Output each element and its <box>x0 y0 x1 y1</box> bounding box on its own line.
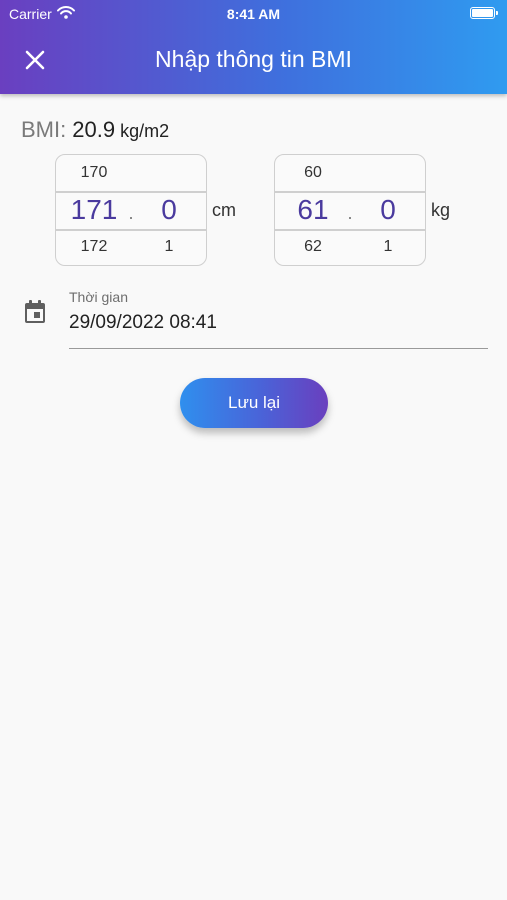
battery-icon <box>470 7 498 19</box>
height-prev-int[interactable]: 170 <box>74 164 114 182</box>
bmi-label: BMI: <box>21 117 67 142</box>
status-time: 8:41 AM <box>226 6 281 22</box>
weight-picker[interactable]: 60 61 . 0 62 1 <box>274 154 426 266</box>
time-field[interactable]: Thời gian 29/09/2022 08:41 <box>69 288 488 350</box>
save-button[interactable]: Lưu lại <box>180 378 328 428</box>
weight-decimal-value[interactable]: 0 <box>371 194 405 226</box>
bmi-result: BMI: 20.9 kg/m2 <box>21 117 169 143</box>
height-separator: . <box>128 203 134 223</box>
weight-prev-int[interactable]: 60 <box>293 164 333 182</box>
calendar-icon <box>23 299 47 325</box>
height-decimal-value[interactable]: 0 <box>152 194 186 226</box>
time-field-underline <box>69 347 488 349</box>
height-int-value[interactable]: 171 <box>64 194 124 226</box>
weight-next-int[interactable]: 62 <box>293 238 333 256</box>
height-picker[interactable]: 170 171 . 0 172 1 <box>55 154 207 266</box>
height-unit: cm <box>212 200 236 220</box>
weight-int-value[interactable]: 61 <box>283 194 343 226</box>
bmi-value: 20.9 <box>72 117 116 142</box>
bmi-unit: kg/m2 <box>120 121 170 141</box>
app-header: Carrier 8:41 AM Nhập thông tin BMI <box>0 0 507 94</box>
weight-unit: kg <box>431 200 451 220</box>
weight-separator: . <box>347 203 353 223</box>
time-field-value[interactable]: 29/09/2022 08:41 <box>69 312 217 334</box>
time-field-label: Thời gian <box>69 289 128 305</box>
page-title: Nhập thông tin BMI <box>155 46 352 72</box>
height-next-decimal[interactable]: 1 <box>156 238 182 256</box>
weight-next-decimal[interactable]: 1 <box>375 238 401 256</box>
status-bar: Carrier 8:41 AM <box>0 0 507 28</box>
height-next-int[interactable]: 172 <box>74 238 114 256</box>
